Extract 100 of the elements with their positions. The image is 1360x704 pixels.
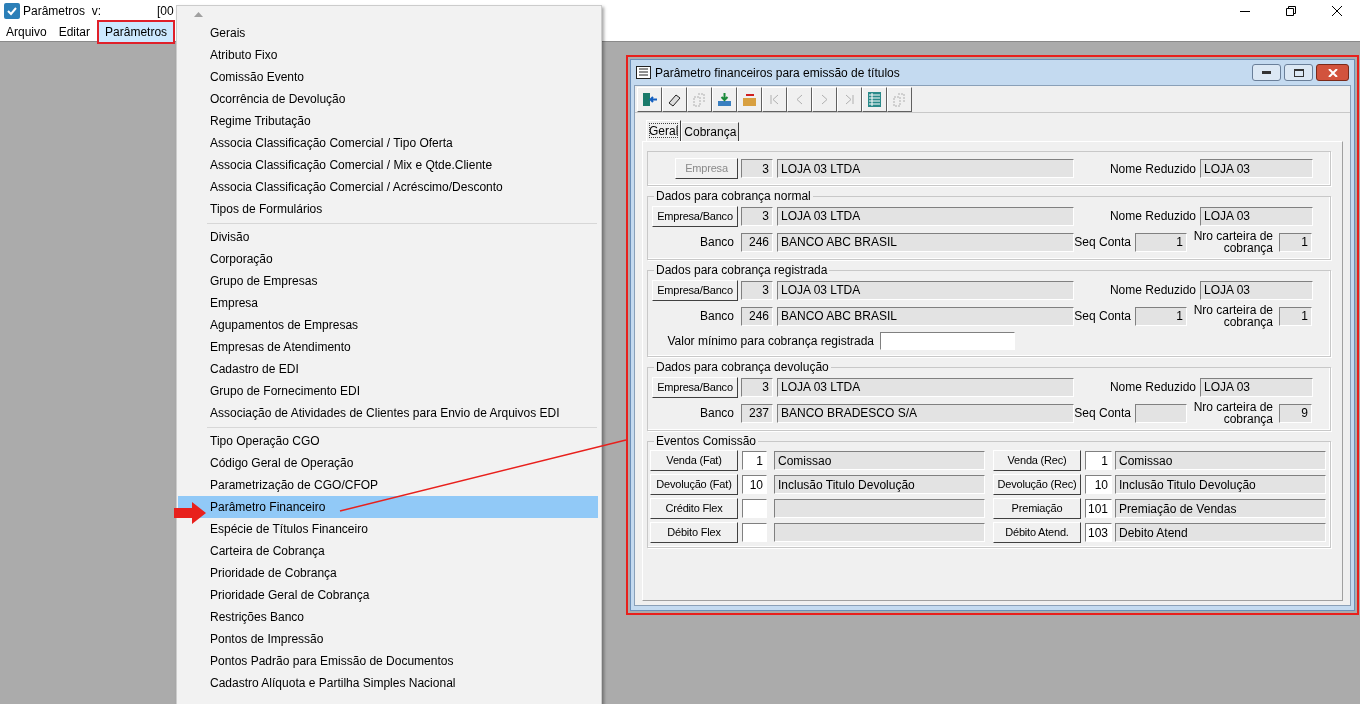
- description-field[interactable]: [774, 523, 985, 542]
- form-icon: [636, 66, 651, 79]
- window-title-code: [00: [157, 3, 174, 20]
- menu-item[interactable]: Empresa: [178, 292, 598, 314]
- code-field[interactable]: 1: [742, 451, 767, 470]
- description-field[interactable]: Inclusão Titulo Devolução: [1115, 475, 1326, 494]
- form-button[interactable]: Débito Atend.: [993, 522, 1081, 543]
- code-field[interactable]: 103: [1085, 523, 1112, 542]
- bank-name-field[interactable]: BANCO ABC BRASIL: [777, 306, 1074, 326]
- name-field[interactable]: LOJA 03 LTDA: [777, 280, 1074, 300]
- short-name-field[interactable]: LOJA 03: [1200, 159, 1313, 178]
- menu-item[interactable]: Associa Classificação Comercial / Tipo Oferta: [178, 132, 598, 154]
- menu-item[interactable]: Associa Classificação Comercial / Acréscimo/Desconto: [178, 176, 598, 198]
- short-name-field[interactable]: LOJA 03: [1200, 280, 1313, 300]
- account-field[interactable]: 1: [1135, 306, 1187, 326]
- menu-bar-item[interactable]: Parâmetros: [99, 21, 174, 42]
- menu-item[interactable]: Restrições Banco: [178, 606, 598, 628]
- form-button[interactable]: Venda (Fat): [650, 450, 738, 471]
- menu-item[interactable]: Gerais: [178, 22, 598, 44]
- name-field[interactable]: LOJA 03 LTDA: [777, 377, 1074, 397]
- description-field[interactable]: Comissao: [1115, 451, 1326, 470]
- input-field[interactable]: [880, 332, 1015, 350]
- code-field[interactable]: 3: [741, 377, 773, 397]
- form-button[interactable]: Empresa/Banco: [652, 205, 738, 227]
- bank-name-field[interactable]: BANCO ABC BRASIL: [777, 232, 1074, 252]
- code-field[interactable]: 1: [1085, 451, 1112, 470]
- bank-name-field[interactable]: BANCO BRADESCO S/A: [777, 403, 1074, 423]
- bank-code-field[interactable]: 237: [741, 403, 773, 423]
- wallet-field[interactable]: 1: [1279, 232, 1312, 252]
- field-label: Seq Conta: [1074, 234, 1132, 251]
- description-field[interactable]: Premiação de Vendas: [1115, 499, 1326, 518]
- code-field[interactable]: [742, 499, 767, 518]
- wallet-field[interactable]: 9: [1279, 403, 1312, 423]
- code-field[interactable]: 10: [1085, 475, 1112, 494]
- menu-item[interactable]: Empresas de Atendimento: [178, 336, 598, 358]
- code-field[interactable]: 3: [741, 159, 773, 178]
- tab[interactable]: Cobrança: [681, 122, 740, 141]
- menu-item[interactable]: Atributo Fixo: [178, 44, 598, 66]
- menu-item[interactable]: Código Geral de Operação: [178, 452, 598, 474]
- form-button[interactable]: Empresa/Banco: [652, 376, 738, 398]
- menu-item[interactable]: Pontos Padrão para Emissão de Documentos: [178, 650, 598, 672]
- toolbar-button[interactable]: [637, 86, 662, 112]
- menu-item[interactable]: Cadastro de EDI: [178, 358, 598, 380]
- bank-code-field[interactable]: 246: [741, 306, 773, 326]
- form-button[interactable]: Premiação: [993, 498, 1081, 519]
- menu-bar-item[interactable]: Editar: [52, 21, 97, 42]
- account-field[interactable]: [1135, 403, 1187, 423]
- menu-item[interactable]: Grupo de Fornecimento EDI: [178, 380, 598, 402]
- menu-item[interactable]: Divisão: [178, 226, 598, 248]
- code-field[interactable]: 101: [1085, 499, 1112, 518]
- account-field[interactable]: 1: [1135, 232, 1187, 252]
- toolbar-button[interactable]: [712, 86, 737, 112]
- menu-item[interactable]: Grupo de Empresas: [178, 270, 598, 292]
- short-name-field[interactable]: LOJA 03: [1200, 377, 1313, 397]
- menu-item[interactable]: Regime Tributação: [178, 110, 598, 132]
- menu-item[interactable]: Associação de Atividades de Clientes para Envio de Arquivos EDI: [178, 402, 598, 424]
- form-button[interactable]: Venda (Rec): [993, 450, 1081, 471]
- menu-item[interactable]: Tipos de Formulários: [178, 198, 598, 220]
- menu-item[interactable]: Tipo Operação CGO: [178, 430, 598, 452]
- code-field[interactable]: 3: [741, 280, 773, 300]
- code-field[interactable]: 3: [741, 206, 773, 226]
- menu-item[interactable]: Associa Classificação Comercial / Mix e Qtde.Cliente: [178, 154, 598, 176]
- menu-item[interactable]: Corporação: [178, 248, 598, 270]
- minimize-button[interactable]: [1252, 64, 1281, 81]
- wallet-field[interactable]: 1: [1279, 306, 1312, 326]
- field-label: Valor mínimo para cobrança registrada: [666, 333, 875, 350]
- form-button[interactable]: Empresa/Banco: [652, 279, 738, 301]
- menu-item[interactable]: Prioridade de Cobrança: [178, 562, 598, 584]
- menu-item[interactable]: Agupamentos de Empresas: [178, 314, 598, 336]
- menu-item[interactable]: Espécie de Títulos Financeiro: [178, 518, 598, 540]
- toolbar-button[interactable]: [737, 86, 762, 112]
- form-button[interactable]: Crédito Flex: [650, 498, 738, 519]
- form-button[interactable]: Débito Flex: [650, 522, 738, 543]
- toolbar-button[interactable]: [662, 86, 687, 112]
- menu-item[interactable]: Pontos de Impressão: [178, 628, 598, 650]
- description-field[interactable]: Debito Atend: [1115, 523, 1326, 542]
- code-field[interactable]: 10: [742, 475, 767, 494]
- menu-item[interactable]: Parâmetro Financeiro: [178, 496, 598, 518]
- menu-item[interactable]: Ocorrência de Devolução: [178, 88, 598, 110]
- bank-code-field[interactable]: 246: [741, 232, 773, 252]
- maximize-button[interactable]: [1284, 64, 1313, 81]
- menu-item[interactable]: Comissão Evento: [178, 66, 598, 88]
- name-field[interactable]: LOJA 03 LTDA: [777, 159, 1074, 178]
- form-button[interactable]: Devolução (Rec): [993, 474, 1081, 495]
- short-name-field[interactable]: LOJA 03: [1200, 206, 1313, 226]
- menu-item[interactable]: Parametrização de CGO/CFOP: [178, 474, 598, 496]
- name-field[interactable]: LOJA 03 LTDA: [777, 206, 1074, 226]
- restore-icon: [1286, 6, 1296, 16]
- menu-item[interactable]: Carteira de Cobrança: [178, 540, 598, 562]
- menu-item[interactable]: Cadastro Alíquota e Partilha Simples Nacional: [178, 672, 598, 694]
- menu-bar-item[interactable]: Arquivo: [0, 21, 53, 42]
- close-button[interactable]: [1316, 64, 1349, 81]
- menu-item[interactable]: Prioridade Geral de Cobrança: [178, 584, 598, 606]
- form-button[interactable]: Devolução (Fat): [650, 474, 738, 495]
- code-field[interactable]: [742, 523, 767, 542]
- tab[interactable]: Geral: [646, 120, 682, 141]
- description-field[interactable]: Comissao: [774, 451, 985, 470]
- toolbar-button[interactable]: [862, 86, 887, 112]
- description-field[interactable]: Inclusão Titulo Devolução: [774, 475, 985, 494]
- description-field[interactable]: [774, 499, 985, 518]
